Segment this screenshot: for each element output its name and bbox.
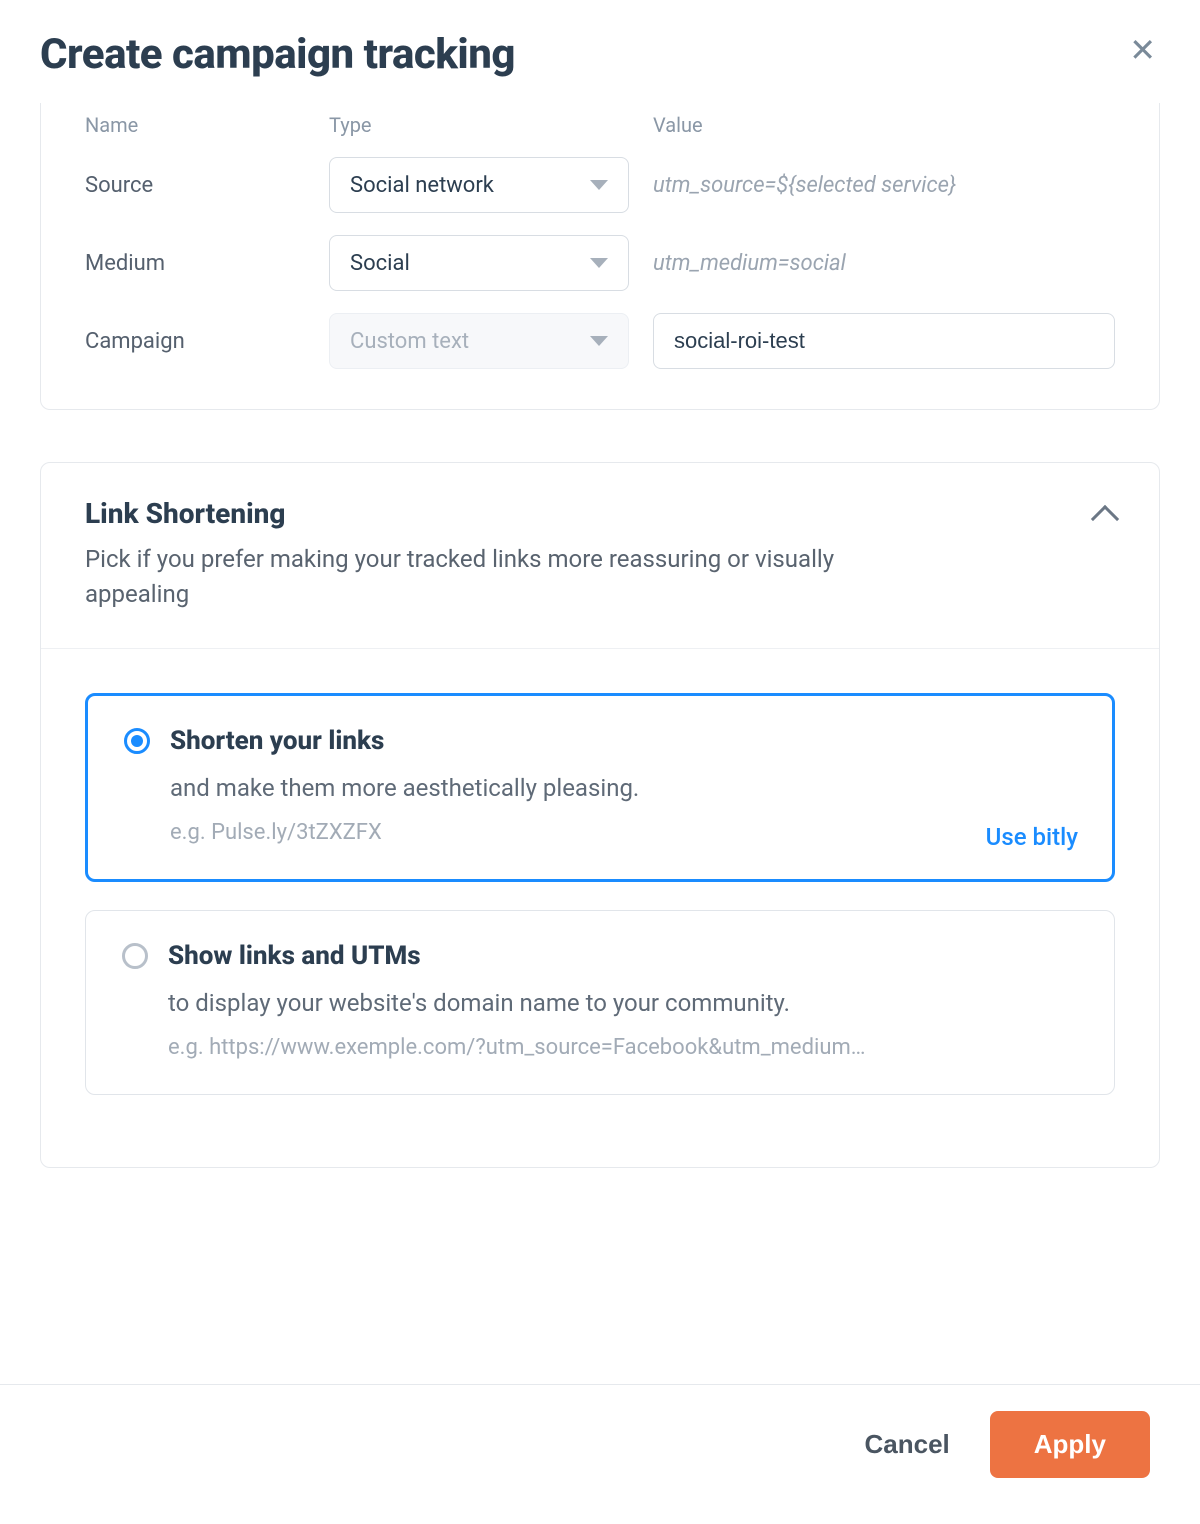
radio-icon [124, 728, 150, 754]
modal-title: Create campaign tracking [40, 30, 515, 79]
option-title: Shorten your links [170, 726, 384, 756]
section-title: Link Shortening [85, 497, 865, 530]
apply-button[interactable]: Apply [990, 1411, 1150, 1478]
source-type-select[interactable]: Social network [329, 157, 629, 213]
col-name: Name [85, 113, 305, 137]
cancel-button[interactable]: Cancel [865, 1429, 950, 1460]
option-example: e.g. https://www.exemple.com/?utm_source… [168, 1031, 1078, 1064]
radio-icon [122, 943, 148, 969]
chevron-down-icon [590, 180, 608, 190]
section-subtitle: Pick if you prefer making your tracked l… [85, 542, 865, 612]
use-bitly-link[interactable]: Use bitly [986, 823, 1078, 851]
option-shorten-links[interactable]: Shorten your links and make them more ae… [85, 693, 1115, 882]
param-name: Source [85, 173, 305, 198]
option-title: Show links and UTMs [168, 941, 421, 971]
campaign-type-select[interactable]: Custom text [329, 313, 629, 369]
chevron-down-icon [590, 336, 608, 346]
col-type: Type [329, 113, 629, 137]
option-desc: to display your website's domain name to… [168, 985, 1078, 1021]
option-example: e.g. Pulse.ly/3tZXZFX [170, 816, 1076, 849]
col-value: Value [653, 113, 1115, 137]
param-row-medium: Medium Social utm_medium=social [85, 235, 1115, 291]
source-value-placeholder: utm_source=${selected service} [653, 173, 1115, 198]
medium-type-select[interactable]: Social [329, 235, 629, 291]
param-row-source: Source Social network utm_source=${selec… [85, 157, 1115, 213]
link-shortening-section: Link Shortening Pick if you prefer makin… [40, 462, 1160, 1168]
select-value: Social network [350, 173, 494, 198]
option-desc: and make them more aesthetically pleasin… [170, 770, 1076, 806]
param-row-campaign: Campaign Custom text [85, 313, 1115, 369]
select-value: Custom text [350, 329, 469, 354]
param-name: Medium [85, 251, 305, 276]
option-show-utms[interactable]: Show links and UTMs to display your webs… [85, 910, 1115, 1095]
chevron-up-icon[interactable] [1091, 505, 1119, 533]
chevron-down-icon [590, 258, 608, 268]
campaign-value-input[interactable] [653, 313, 1115, 369]
select-value: Social [350, 251, 410, 276]
close-icon[interactable]: ✕ [1125, 30, 1160, 70]
medium-value-placeholder: utm_medium=social [653, 251, 1115, 276]
footer-bar: Cancel Apply [0, 1384, 1200, 1504]
param-name: Campaign [85, 329, 305, 354]
params-panel: Name Type Value Source Social network ut… [40, 103, 1160, 410]
